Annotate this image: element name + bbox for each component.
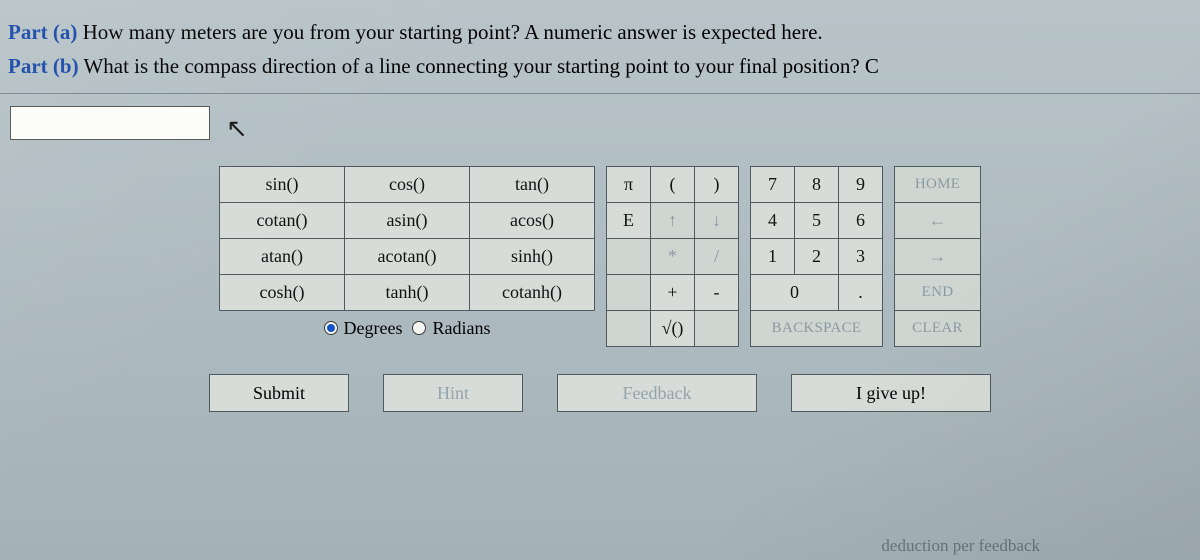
question-part-a: Part (a) How many meters are you from yo… [8, 16, 1192, 50]
key-4[interactable]: 4 [750, 202, 795, 239]
angle-mode-row: Degrees Radians [220, 310, 595, 346]
fn-acotan[interactable]: acotan() [344, 238, 470, 275]
radio-radians[interactable]: Radians [412, 318, 490, 339]
hint-button[interactable]: Hint [383, 374, 523, 412]
radio-radians-label: Radians [432, 318, 490, 339]
key-8[interactable]: 8 [794, 166, 839, 203]
key-5[interactable]: 5 [794, 202, 839, 239]
key-up[interactable]: ↑ [650, 202, 695, 239]
feedback-button[interactable]: Feedback [557, 374, 757, 412]
key-dot[interactable]: . [838, 274, 883, 311]
footer-text: deduction per feedback [881, 536, 1040, 556]
key-backspace[interactable]: BACKSPACE [750, 310, 883, 347]
key-down[interactable]: ↓ [694, 202, 739, 239]
part-b-text: What is the compass direction of a line … [83, 54, 879, 78]
radio-degrees-label: Degrees [344, 318, 403, 339]
fn-asin[interactable]: asin() [344, 202, 470, 239]
fn-sin[interactable]: sin() [219, 166, 345, 203]
radio-radians-dot [412, 321, 426, 335]
part-a-text: How many meters are you from your starti… [83, 20, 823, 44]
fn-cotanh[interactable]: cotanh() [469, 274, 595, 311]
key-end[interactable]: END [894, 274, 981, 311]
fn-sinh[interactable]: sinh() [469, 238, 595, 275]
key-6[interactable]: 6 [838, 202, 883, 239]
key-div[interactable]: / [694, 238, 739, 275]
key-3[interactable]: 3 [838, 238, 883, 275]
fn-cotan[interactable]: cotan() [219, 202, 345, 239]
key-mult[interactable]: * [650, 238, 695, 275]
fn-cos[interactable]: cos() [344, 166, 470, 203]
key-7[interactable]: 7 [750, 166, 795, 203]
key-blank3[interactable] [606, 310, 651, 347]
fn-cosh[interactable]: cosh() [219, 274, 345, 311]
part-a-label: Part (a) [8, 20, 77, 44]
answer-row: ↖ [0, 94, 1200, 146]
key-sqrt[interactable]: √() [650, 310, 695, 347]
keypad: sin() cos() tan() π ( ) 7 8 9 HOME cotan… [0, 166, 1200, 346]
key-home[interactable]: HOME [894, 166, 981, 203]
cursor-icon: ↖ [226, 114, 248, 144]
answer-input[interactable] [10, 106, 210, 140]
key-1[interactable]: 1 [750, 238, 795, 275]
key-blank2[interactable] [606, 274, 651, 311]
question-part-b: Part (b) What is the compass direction o… [8, 50, 1192, 84]
key-blank4[interactable] [694, 310, 739, 347]
key-clear[interactable]: CLEAR [894, 310, 981, 347]
key-2[interactable]: 2 [794, 238, 839, 275]
radio-degrees-dot [324, 321, 338, 335]
key-plus[interactable]: + [650, 274, 695, 311]
fn-tan[interactable]: tan() [469, 166, 595, 203]
part-b-label: Part (b) [8, 54, 79, 78]
key-9[interactable]: 9 [838, 166, 883, 203]
question-area: Part (a) How many meters are you from yo… [0, 0, 1200, 94]
fn-tanh[interactable]: tanh() [344, 274, 470, 311]
key-0[interactable]: 0 [750, 274, 839, 311]
key-rparen[interactable]: ) [694, 166, 739, 203]
key-right[interactable]: → [894, 238, 981, 275]
key-blank1[interactable] [606, 238, 651, 275]
fn-atan[interactable]: atan() [219, 238, 345, 275]
key-minus[interactable]: - [694, 274, 739, 311]
key-e[interactable]: E [606, 202, 651, 239]
actions-row: Submit Hint Feedback I give up! [0, 374, 1200, 412]
giveup-button[interactable]: I give up! [791, 374, 991, 412]
radio-degrees[interactable]: Degrees [324, 318, 403, 339]
fn-acos[interactable]: acos() [469, 202, 595, 239]
key-left[interactable]: ← [894, 202, 981, 239]
key-lparen[interactable]: ( [650, 166, 695, 203]
submit-button[interactable]: Submit [209, 374, 349, 412]
key-pi[interactable]: π [606, 166, 651, 203]
